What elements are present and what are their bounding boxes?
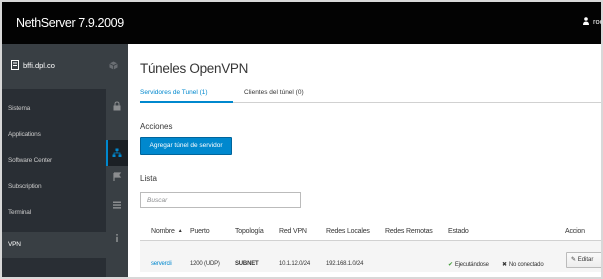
column-header-accion: Accion — [565, 228, 585, 235]
network-icon — [112, 148, 122, 157]
edit-button[interactable]: ✎ Editar — [566, 252, 601, 268]
sidebar-item-label: Sistema — [8, 105, 31, 112]
main-content: Túneles OpenVPN Servidores de Tunel (1) … — [128, 44, 601, 277]
tunnel-port: 1200 (UDP) — [190, 261, 220, 267]
tunnel-topology: SUBNET — [235, 261, 259, 267]
sidebar: bffi.dpl.co Sistema Applications Softwar… — [2, 44, 128, 277]
app-rail — [106, 89, 128, 277]
column-header-redes-remotas[interactable]: Redes Remotas — [385, 228, 433, 235]
info-icon[interactable] — [112, 233, 122, 243]
column-header-estado[interactable]: Estado — [448, 228, 469, 235]
page-title: Túneles OpenVPN — [140, 61, 249, 76]
cube-icon[interactable] — [109, 61, 118, 70]
close-icon: ✖ — [502, 262, 507, 268]
status-running: ✔ Ejecutándose — [448, 262, 489, 268]
flag-icon[interactable] — [112, 172, 122, 182]
list-heading: Lista — [140, 174, 157, 183]
host-name: bffi.dpl.co — [23, 61, 55, 70]
rail-active-item[interactable] — [106, 140, 128, 166]
column-header-puerto[interactable]: Puerto — [190, 228, 210, 235]
status-connection: ✖ No conectado — [502, 262, 544, 268]
user-menu[interactable]: roo — [583, 17, 603, 26]
masthead: NethServer 7.9.2009 roo — [2, 2, 603, 44]
tab-bar: Servidores de Tunel (1) Clientes del tún… — [140, 87, 601, 103]
tab-servidores[interactable]: Servidores de Tunel (1) — [140, 89, 208, 96]
tab-clientes[interactable]: Clientes del túnel (0) — [244, 89, 304, 96]
tunnel-vpn-network: 10.1.12.0/24 — [279, 261, 310, 267]
tunnel-local-networks: 192.168.1.0/24 — [326, 261, 364, 267]
column-header-redes-locales[interactable]: Redes Locales — [326, 228, 370, 235]
sidebar-item-applications[interactable]: Applications — [2, 122, 106, 148]
tunnel-name-link[interactable]: servercli — [151, 261, 172, 267]
sidebar-item-terminal[interactable]: Terminal — [2, 200, 106, 226]
check-icon: ✔ — [448, 262, 453, 268]
sidebar-item-label: Software Center — [8, 157, 52, 164]
sidebar-item-label: Subscription — [8, 183, 42, 190]
actions-heading: Acciones — [140, 122, 173, 131]
column-header-red-vpn[interactable]: Red VPN — [279, 228, 307, 235]
sort-asc-icon: ▲ — [177, 228, 183, 234]
host-selector[interactable]: bffi.dpl.co — [2, 44, 128, 89]
search-input[interactable] — [140, 192, 301, 208]
app-window: NethServer 7.9.2009 roo bffi.dpl.co Sist… — [0, 0, 603, 279]
server-icon — [11, 60, 19, 70]
sidebar-item-subscription[interactable]: Subscription — [2, 174, 106, 200]
sidebar-item-label: Terminal — [8, 209, 31, 216]
list-icon[interactable] — [112, 200, 122, 210]
pencil-icon: ✎ — [571, 257, 577, 263]
user-name: roo — [593, 17, 603, 26]
sidebar-item-vpn[interactable]: VPN — [2, 232, 106, 258]
sidebar-item-label: Applications — [8, 131, 41, 138]
sidebar-item-label: VPN — [8, 241, 21, 248]
sidebar-item-sistema[interactable]: Sistema — [2, 96, 106, 122]
sidebar-item-software-center[interactable]: Software Center — [2, 148, 106, 174]
column-header-topologia[interactable]: Topología — [235, 228, 264, 235]
lock-icon[interactable] — [112, 101, 122, 111]
column-header-nombre[interactable]: Nombre ▲ — [151, 228, 183, 235]
user-icon — [583, 17, 589, 25]
brand-title: NethServer 7.9.2009 — [16, 16, 124, 30]
active-tab-indicator — [140, 101, 233, 103]
add-server-tunnel-button[interactable]: Agregar túnel de servidor — [140, 137, 232, 155]
